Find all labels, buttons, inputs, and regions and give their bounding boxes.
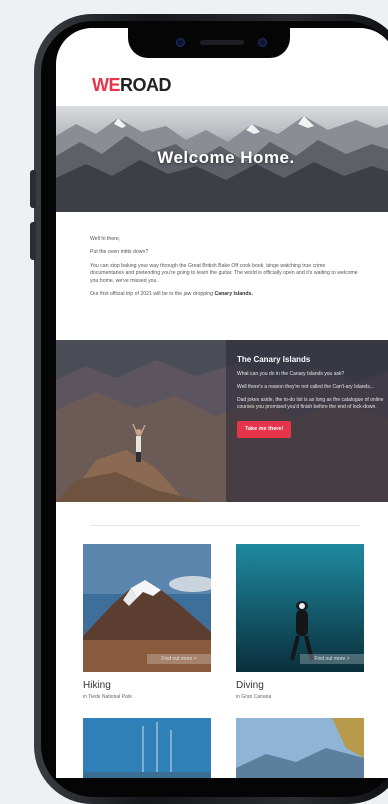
canary-title: The Canary Islands bbox=[237, 355, 311, 364]
camera-icon bbox=[176, 38, 185, 47]
intro-line: Put the oven mitts down? bbox=[90, 249, 149, 256]
intro-greeting: Well hi there, bbox=[90, 236, 121, 242]
canary-islands-link[interactable]: Canary Islands. bbox=[214, 291, 252, 297]
speaker-icon bbox=[200, 40, 244, 45]
card-title: Hiking bbox=[83, 680, 111, 691]
canary-paragraph: Dad jokes aside, the to-do list is as lo… bbox=[237, 397, 384, 410]
card-subtitle: in Gran Canaria bbox=[236, 694, 272, 700]
intro-paragraph: You can stop baking your way through the… bbox=[90, 262, 358, 284]
section-divider bbox=[90, 525, 360, 526]
phone-side-button bbox=[30, 222, 36, 260]
intro-text: Well hi there, Put the oven mitts down? … bbox=[90, 236, 360, 304]
canary-paragraph: What can you do in the Canary Islands yo… bbox=[237, 371, 345, 377]
hero-banner: Welcome Home. bbox=[56, 106, 388, 212]
canary-section: The Canary Islands What can you do in th… bbox=[56, 340, 388, 502]
canary-paragraph: Well there's a reason they're not called… bbox=[237, 384, 375, 390]
activity-card-diving[interactable]: Find out more > Diving in Gran Canaria bbox=[236, 544, 364, 700]
coast-image bbox=[236, 718, 364, 778]
phone-notch bbox=[128, 28, 290, 58]
activity-card-hiking[interactable]: Find out more > Hiking in Tiede National… bbox=[83, 544, 211, 700]
activity-card-sailing[interactable] bbox=[83, 718, 211, 778]
hiking-image: Find out more > bbox=[83, 544, 211, 672]
card-subtitle: in Tiede National Park bbox=[83, 694, 132, 700]
diving-image: Find out more > bbox=[236, 544, 364, 672]
find-out-more-link[interactable]: Find out more > bbox=[147, 654, 211, 664]
find-out-more-link[interactable]: Find out more > bbox=[300, 654, 364, 664]
intro-trip-line: Our first official trip of 2021 will be … bbox=[90, 291, 253, 298]
sensor-icon bbox=[258, 38, 267, 47]
activity-card-coast[interactable] bbox=[236, 718, 364, 778]
canary-text-block: The Canary Islands What can you do in th… bbox=[237, 356, 387, 438]
weroad-logo[interactable]: WEROAD bbox=[92, 75, 172, 96]
sailing-image bbox=[83, 718, 211, 778]
card-title: Diving bbox=[236, 680, 264, 691]
take-me-there-button[interactable]: Take me there! bbox=[237, 421, 292, 438]
phone-side-button bbox=[30, 170, 36, 208]
email-screen[interactable]: WEROAD Welcome Home. Well hi there, Put … bbox=[56, 28, 388, 778]
hero-title: Welcome Home. bbox=[157, 148, 295, 167]
